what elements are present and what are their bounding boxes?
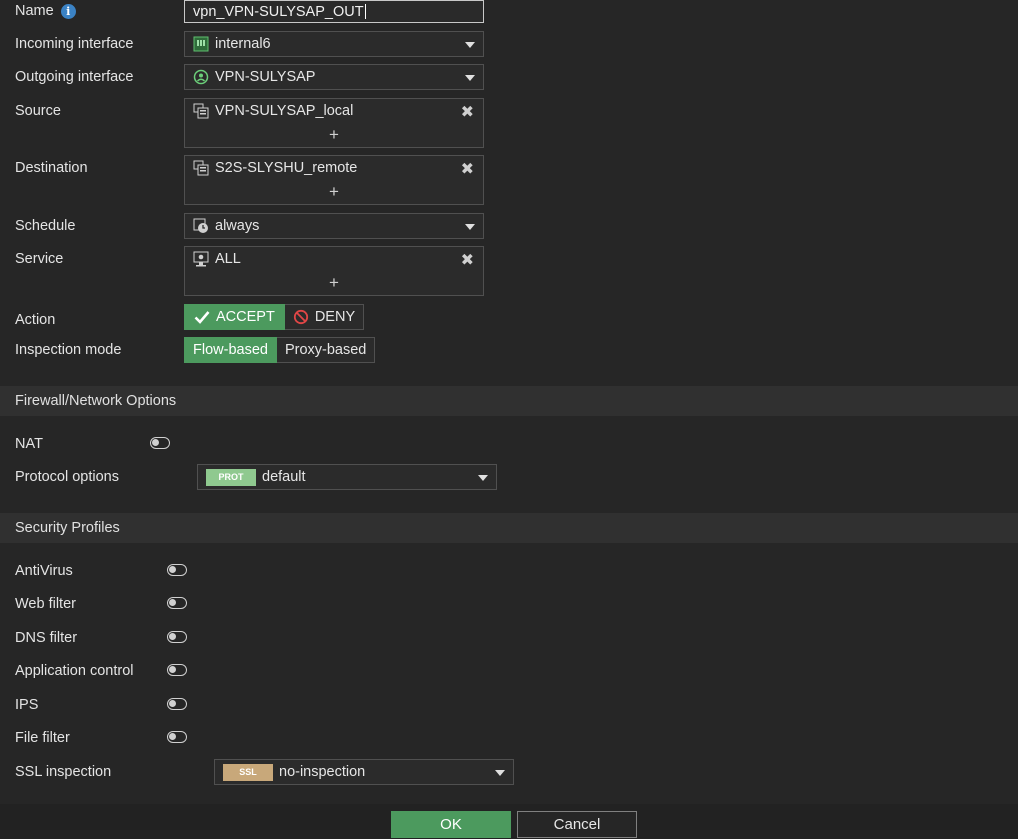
- service-icon: [193, 251, 209, 267]
- ok-button[interactable]: OK: [391, 811, 511, 838]
- source-field[interactable]: VPN-SULYSAP_local ✖ +: [184, 98, 484, 148]
- flow-based-button[interactable]: Flow-based: [184, 337, 277, 363]
- chevron-down-icon: [465, 224, 475, 230]
- dns-filter-toggle[interactable]: [167, 631, 187, 643]
- deny-button[interactable]: DENY: [284, 304, 365, 330]
- vpn-tunnel-icon: [193, 69, 209, 85]
- destination-value: S2S-SLYSHU_remote: [215, 160, 358, 176]
- dns-filter-label: DNS filter: [15, 630, 78, 646]
- incoming-interface-value: internal6: [215, 36, 271, 52]
- add-source-button[interactable]: +: [185, 125, 483, 145]
- antivirus-toggle[interactable]: [167, 564, 187, 576]
- application-control-toggle[interactable]: [167, 664, 187, 676]
- action-toggle-group: ACCEPT DENY: [184, 304, 365, 330]
- deny-icon: [293, 309, 308, 325]
- incoming-interface-label: Incoming interface: [15, 36, 134, 52]
- text-cursor: [364, 4, 366, 19]
- firewall-section-header: Firewall/Network Options: [0, 386, 1018, 416]
- ssl-inspection-select[interactable]: SSL no-inspection: [214, 759, 514, 785]
- accept-label: ACCEPT: [216, 309, 275, 325]
- network-port-icon: [193, 36, 209, 52]
- action-label: Action: [15, 312, 56, 328]
- incoming-interface-select[interactable]: internal6: [184, 31, 484, 57]
- add-service-button[interactable]: +: [185, 273, 483, 293]
- ips-label: IPS: [15, 697, 39, 713]
- nat-label: NAT: [15, 436, 43, 452]
- name-label: Name: [15, 3, 54, 19]
- file-filter-label: File filter: [15, 730, 70, 746]
- schedule-select[interactable]: always: [184, 213, 484, 239]
- name-input[interactable]: vpn_VPN-SULYSAP_OUT: [184, 0, 484, 23]
- info-icon[interactable]: i: [60, 3, 76, 19]
- outgoing-interface-label: Outgoing interface: [15, 69, 134, 85]
- deny-label: DENY: [314, 309, 356, 325]
- protocol-options-value: default: [262, 469, 306, 485]
- schedule-clock-icon: [193, 218, 209, 234]
- security-section-header: Security Profiles: [0, 513, 1018, 543]
- checkmark-icon: [194, 311, 210, 324]
- ssl-inspection-label: SSL inspection: [15, 764, 112, 780]
- close-icon[interactable]: ✖: [461, 102, 474, 122]
- service-value: ALL: [215, 251, 241, 267]
- chevron-down-icon: [465, 42, 475, 48]
- inspection-mode-group: Flow-based Proxy-based: [184, 337, 376, 363]
- add-destination-button[interactable]: +: [185, 182, 483, 202]
- ssl-inspection-value: no-inspection: [279, 764, 366, 780]
- inspection-mode-label: Inspection mode: [15, 342, 122, 358]
- cancel-button[interactable]: Cancel: [517, 811, 637, 838]
- antivirus-label: AntiVirus: [15, 563, 73, 579]
- schedule-label: Schedule: [15, 218, 76, 234]
- web-filter-label: Web filter: [15, 596, 76, 612]
- application-control-label: Application control: [15, 663, 134, 679]
- name-input-value: vpn_VPN-SULYSAP_OUT: [193, 3, 364, 20]
- service-field[interactable]: ALL ✖ +: [184, 246, 484, 296]
- address-group-icon: [193, 160, 209, 176]
- accept-button[interactable]: ACCEPT: [184, 304, 285, 330]
- destination-field[interactable]: S2S-SLYSHU_remote ✖ +: [184, 155, 484, 205]
- outgoing-interface-value: VPN-SULYSAP: [215, 69, 316, 85]
- service-label: Service: [15, 251, 64, 267]
- chevron-down-icon: [478, 475, 488, 481]
- source-entry: VPN-SULYSAP_local: [193, 103, 353, 119]
- address-group-icon: [193, 103, 209, 119]
- protocol-options-select[interactable]: PROT default: [197, 464, 497, 490]
- web-filter-toggle[interactable]: [167, 597, 187, 609]
- outgoing-interface-select[interactable]: VPN-SULYSAP: [184, 64, 484, 90]
- service-entry: ALL: [193, 251, 241, 267]
- chevron-down-icon: [495, 770, 505, 776]
- protocol-options-label: Protocol options: [15, 469, 119, 485]
- close-icon[interactable]: ✖: [461, 250, 474, 270]
- ips-toggle[interactable]: [167, 698, 187, 710]
- source-value: VPN-SULYSAP_local: [215, 103, 354, 119]
- protocol-tag: PROT: [206, 468, 256, 486]
- name-label-row: Name i: [15, 3, 76, 19]
- destination-entry: S2S-SLYSHU_remote: [193, 160, 357, 176]
- destination-label: Destination: [15, 160, 88, 176]
- chevron-down-icon: [465, 75, 475, 81]
- nat-toggle[interactable]: [150, 437, 170, 449]
- schedule-value: always: [215, 218, 260, 234]
- file-filter-toggle[interactable]: [167, 731, 187, 743]
- close-icon[interactable]: ✖: [461, 159, 474, 179]
- ssl-tag: SSL: [223, 763, 273, 781]
- proxy-based-button[interactable]: Proxy-based: [276, 337, 376, 363]
- source-label: Source: [15, 103, 61, 119]
